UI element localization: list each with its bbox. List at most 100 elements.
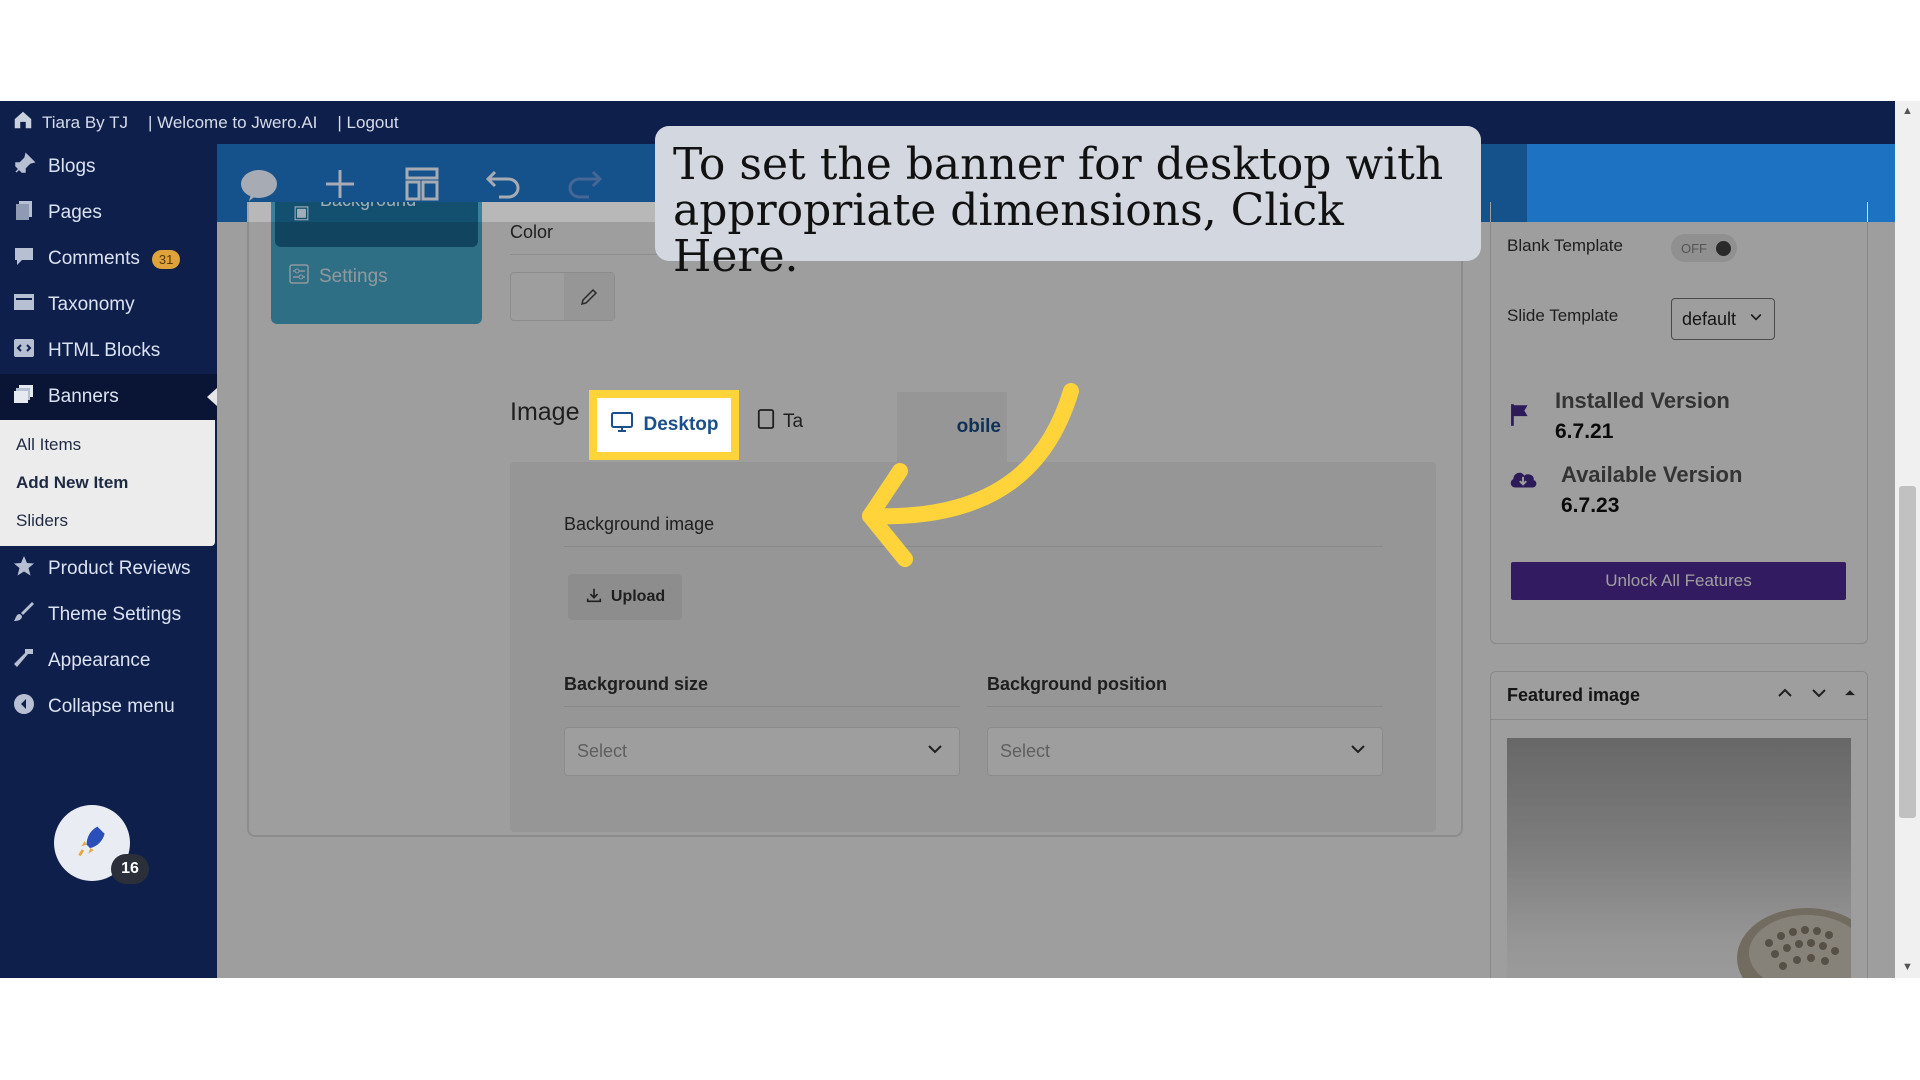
layout-icon[interactable] xyxy=(400,164,444,204)
slide-template-value: default xyxy=(1682,308,1737,329)
sidebar-item-taxonomy[interactable]: Taxonomy xyxy=(0,282,217,328)
divider xyxy=(564,546,1383,547)
featured-image-box: Featured image xyxy=(1490,671,1868,978)
hammer-icon xyxy=(12,646,36,676)
pin-icon xyxy=(12,152,36,182)
tutorial-callout: To set the banner for desktop with appro… xyxy=(655,126,1481,280)
toggle-knob xyxy=(1716,241,1731,256)
sidebar-item-label: HTML Blocks xyxy=(48,340,161,361)
chevron-down-icon xyxy=(1348,739,1368,764)
cloud-download-icon xyxy=(1507,462,1539,518)
sidebar-item-banners[interactable]: Banners xyxy=(0,374,217,420)
undo-icon[interactable] xyxy=(481,164,525,204)
sidebar-item-label: Banners xyxy=(48,386,119,407)
featured-image-preview[interactable] xyxy=(1507,738,1851,978)
installed-version-number: 6.7.21 xyxy=(1555,420,1614,443)
select-placeholder: Select xyxy=(1000,741,1051,761)
tab-desktop[interactable]: Desktop xyxy=(589,390,739,460)
site-name: Tiara By TJ xyxy=(42,112,128,132)
flag-icon xyxy=(1507,388,1533,444)
toggle-state-label: OFF xyxy=(1681,240,1707,256)
sidebar-item-label: Comments xyxy=(48,248,140,269)
sidebar-item-label: Theme Settings xyxy=(48,604,182,625)
sidebar-item-label: Appearance xyxy=(48,650,151,671)
sidebar-item-html-blocks[interactable]: HTML Blocks xyxy=(0,328,217,374)
featured-image-title: Featured image xyxy=(1507,685,1641,705)
comments-count-badge: 31 xyxy=(151,249,181,269)
notification-count-badge: 16 xyxy=(111,854,149,884)
rocket-icon xyxy=(74,823,110,864)
editor-main: ▣ Background Settings Color Image Ta xyxy=(217,202,1485,978)
image-settings-box: Background image Upload Background size … xyxy=(510,462,1436,832)
sidebar-item-collapse-menu[interactable]: Collapse menu xyxy=(0,684,217,730)
scroll-thumb[interactable] xyxy=(1899,486,1916,818)
divider xyxy=(564,706,960,707)
unlock-all-features-button[interactable]: Unlock All Features xyxy=(1511,562,1846,600)
tab-desktop-label: Desktop xyxy=(643,414,719,435)
nav-background[interactable]: ▣ Background xyxy=(275,202,478,247)
pages-icon xyxy=(12,198,36,228)
scroll-down-icon[interactable]: ▼ xyxy=(1902,961,1913,973)
background-position-label: Background position xyxy=(987,674,1167,694)
taxonomy-icon xyxy=(12,290,36,320)
nav-settings-label: Settings xyxy=(319,266,388,287)
sliders-icon xyxy=(289,264,309,290)
installed-version: Installed Version 6.7.21 xyxy=(1507,388,1730,444)
sidebar-item-appearance[interactable]: Appearance xyxy=(0,638,217,684)
background-size-label: Background size xyxy=(564,674,709,694)
upload-button[interactable]: Upload xyxy=(568,574,682,620)
editor-section-nav: ▣ Background Settings xyxy=(271,202,482,324)
brush-icon xyxy=(12,600,36,630)
nav-settings[interactable]: Settings xyxy=(289,264,388,290)
color-picker[interactable] xyxy=(510,272,615,321)
submenu-sliders[interactable]: Sliders xyxy=(0,502,215,540)
screen: Tiara By TJ | Welcome to Jwero.AI | Logo… xyxy=(0,101,1920,978)
welcome-text: | Welcome to Jwero.AI xyxy=(147,112,318,132)
chevron-down-icon xyxy=(1748,309,1764,330)
welcome-link[interactable]: | Welcome to Jwero.AI xyxy=(148,113,317,133)
banners-icon xyxy=(12,382,36,412)
sidebar-item-comments[interactable]: Comments 31 xyxy=(0,236,217,282)
background-position-select[interactable]: Select xyxy=(987,727,1383,776)
redo-icon[interactable] xyxy=(563,164,607,204)
logout-link[interactable]: | Logout xyxy=(337,113,398,133)
submenu-all-items[interactable]: All Items xyxy=(0,426,215,464)
collapse-triangle-icon[interactable] xyxy=(1843,683,1857,708)
available-version-number: 6.7.23 xyxy=(1561,494,1620,517)
chevron-up-icon[interactable] xyxy=(1775,683,1795,708)
pencil-icon[interactable] xyxy=(564,273,614,320)
template-settings-box: Blank Template OFF Slide Template defaul… xyxy=(1490,202,1868,644)
monitor-icon xyxy=(610,410,634,440)
download-icon xyxy=(585,586,603,609)
blank-template-toggle[interactable]: OFF xyxy=(1671,234,1737,262)
sidebar-item-theme-settings[interactable]: Theme Settings xyxy=(0,592,217,638)
tab-tablet-label: Ta xyxy=(783,411,804,432)
sidebar-item-label: Collapse menu xyxy=(48,696,175,717)
add-icon[interactable] xyxy=(318,164,362,204)
select-placeholder: Select xyxy=(577,741,628,761)
cloud-icon[interactable] xyxy=(237,164,281,204)
tab-mobile[interactable]: obile xyxy=(897,392,1007,462)
chevron-down-icon[interactable] xyxy=(1809,683,1829,708)
collapse-icon xyxy=(12,692,36,722)
submenu-add-new-item[interactable]: Add New Item xyxy=(0,464,215,502)
sidebar-item-blogs[interactable]: Blogs xyxy=(0,144,217,190)
site-home-link[interactable]: Tiara By TJ xyxy=(12,109,128,136)
page-scrollbar[interactable]: ▲ ▼ xyxy=(1895,101,1920,978)
color-label: Color xyxy=(510,222,554,242)
settings-sidebar: Blank Template OFF Slide Template defaul… xyxy=(1490,202,1870,978)
sidebar-item-label: Product Reviews xyxy=(48,558,191,579)
scroll-up-icon[interactable]: ▲ xyxy=(1902,105,1913,117)
sidebar-item-pages[interactable]: Pages xyxy=(0,190,217,236)
sidebar-item-product-reviews[interactable]: Product Reviews xyxy=(0,546,217,592)
tab-tablet[interactable]: Ta xyxy=(757,402,803,442)
star-icon xyxy=(12,554,36,584)
background-icon: ▣ xyxy=(293,202,311,222)
slide-template-select[interactable]: default xyxy=(1671,298,1775,340)
background-size-select[interactable]: Select xyxy=(564,727,960,776)
ring-image xyxy=(1737,908,1851,978)
tab-mobile-label: obile xyxy=(956,416,1001,437)
chevron-down-icon xyxy=(925,739,945,764)
installed-version-label: Installed Version xyxy=(1555,388,1730,413)
background-image-label: Background image xyxy=(564,514,715,534)
